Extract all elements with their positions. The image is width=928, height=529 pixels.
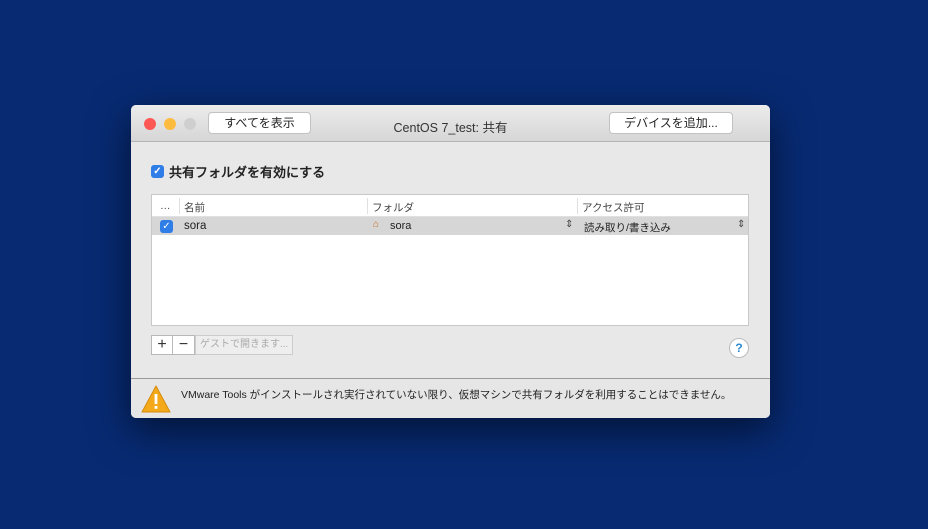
shared-folders-table: … 名前 フォルダ アクセス許可 ✓ sora ⌂ sora ⇕ 読み取り/書き… [151,194,749,326]
row-name: sora [184,220,207,232]
column-header-folder[interactable]: フォルダ [372,200,414,215]
column-header-more[interactable]: … [160,200,171,212]
help-button[interactable]: ? [729,338,749,358]
warning-message: VMware Tools がインストールされ実行されていない限り、仮想マシンで共… [181,389,732,401]
title-bar: すべてを表示 CentOS 7_test: 共有 デバイスを追加... [131,105,770,142]
warning-icon [141,385,171,413]
add-device-button[interactable]: デバイスを追加... [609,112,733,134]
home-folder-icon: ⌂ [373,219,380,230]
open-as-guest-button[interactable]: ゲストで開きます... [195,335,294,355]
warning-footer: VMware Tools がインストールされ実行されていない限り、仮想マシンで共… [131,378,770,418]
checkmark-icon: ✓ [151,165,164,178]
folder-stepper-icon[interactable]: ⇕ [565,219,573,230]
shared-folders-window: すべてを表示 CentOS 7_test: 共有 デバイスを追加... ✓ 共有… [131,105,770,418]
table-toolbar: + − ゲストで開きます... [151,335,294,355]
table-row[interactable]: ✓ sora ⌂ sora ⇕ 読み取り/書き込み ⇕ [152,217,748,235]
remove-folder-button[interactable]: − [173,335,195,355]
column-header-name[interactable]: 名前 [184,200,205,215]
row-enabled-checkbox[interactable]: ✓ [160,220,173,233]
column-header-access[interactable]: アクセス許可 [582,200,644,215]
access-stepper-icon[interactable]: ⇕ [737,219,745,230]
enable-sharing-checkbox[interactable]: ✓ 共有フォルダを有効にする [151,162,325,181]
row-access[interactable]: 読み取り/書き込み [584,220,671,235]
row-folder[interactable]: sora [390,220,411,232]
table-header: … 名前 フォルダ アクセス許可 [152,195,748,217]
enable-sharing-label: 共有フォルダを有効にする [169,165,326,180]
add-folder-button[interactable]: + [151,335,173,355]
